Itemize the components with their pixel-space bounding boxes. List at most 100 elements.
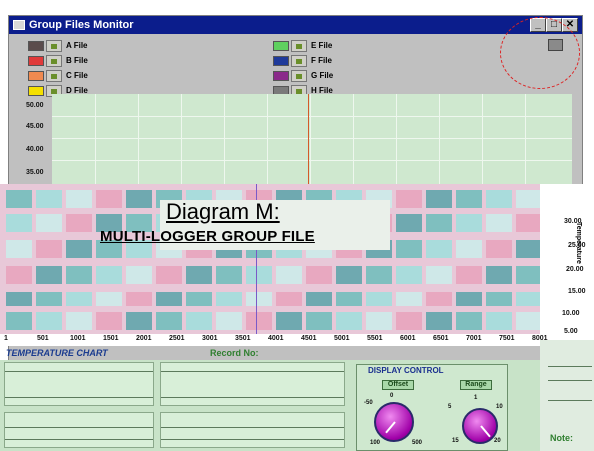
grid-cell — [336, 292, 362, 306]
grid-cell — [36, 266, 62, 284]
y-tick: 15.00 — [568, 288, 586, 295]
grid-cell — [6, 190, 32, 208]
grid-cell — [96, 266, 122, 284]
grid-cell — [456, 312, 482, 330]
app-icon — [13, 20, 25, 30]
grid-cell — [36, 214, 62, 232]
legend-swatch — [28, 41, 44, 51]
x-tick: 7501 — [499, 335, 515, 342]
file-picker-icon[interactable] — [291, 40, 307, 52]
x-tick: 7001 — [466, 335, 482, 342]
x-tick: 6001 — [400, 335, 416, 342]
grid-cell — [66, 190, 92, 208]
grid-cell — [336, 266, 362, 284]
legend-swatch — [273, 71, 289, 81]
grid-cell — [186, 292, 212, 306]
legend-item-f[interactable]: F File — [273, 55, 373, 67]
grid-line — [396, 94, 397, 184]
y-tick: 10.00 — [562, 310, 580, 317]
legend-item-g[interactable]: G File — [273, 70, 373, 82]
legend-item-e[interactable]: E File — [273, 40, 373, 52]
grid-cell — [456, 214, 482, 232]
file-picker-icon[interactable] — [291, 55, 307, 67]
grid-line — [439, 94, 440, 184]
grid-cell — [366, 292, 392, 306]
window-title: Group Files Monitor — [29, 19, 134, 31]
grid-cell — [396, 266, 422, 284]
top-y-axis: 50.00 45.00 40.00 35.00 — [26, 94, 52, 184]
grid-cell — [396, 190, 422, 208]
range-button[interactable]: Range — [460, 380, 492, 390]
x-tick: 4501 — [301, 335, 317, 342]
y-tick: 35.00 — [26, 169, 44, 176]
grid-line — [138, 94, 139, 184]
grid-cell — [396, 240, 422, 258]
grid-cell — [6, 214, 32, 232]
y-tick: 45.00 — [26, 123, 44, 130]
offset-button[interactable]: Offset — [382, 380, 414, 390]
grid-cell — [426, 266, 452, 284]
diagram-subtitle: MULTI-LOGGER GROUP FILE — [100, 228, 315, 245]
grid-cell — [516, 240, 542, 258]
grid-cell — [36, 240, 62, 258]
grid-cell — [66, 214, 92, 232]
x-tick: 1001 — [70, 335, 86, 342]
y-tick: 50.00 — [26, 102, 44, 109]
range-knob[interactable] — [462, 408, 498, 444]
range-tick: 10 — [496, 404, 503, 410]
legend-label: B File — [66, 56, 88, 65]
offset-tick: 500 — [412, 440, 423, 446]
grid-cell — [216, 312, 242, 330]
grid-line — [95, 94, 96, 184]
record-cursor-line[interactable] — [308, 94, 309, 184]
legend-item-a[interactable]: A File — [28, 40, 128, 52]
legend-swatch — [273, 56, 289, 66]
legend-swatch — [273, 41, 289, 51]
grid-cell — [456, 190, 482, 208]
x-tick: 2001 — [136, 335, 152, 342]
grid-cell — [306, 266, 332, 284]
grid-cell — [306, 292, 332, 306]
x-tick: 5501 — [367, 335, 383, 342]
record-number-label: Record No: — [210, 348, 259, 358]
grid-cell — [276, 312, 302, 330]
grid-cell — [156, 292, 182, 306]
annotation-circle — [500, 17, 580, 89]
grid-cell — [186, 312, 212, 330]
note-label: Note: — [550, 433, 573, 443]
legend-label: C File — [66, 71, 88, 80]
offset-knob[interactable] — [374, 402, 414, 442]
grid-line — [52, 116, 572, 117]
grid-cell — [126, 266, 152, 284]
x-tick: 501 — [37, 335, 49, 342]
grid-line — [310, 94, 311, 184]
x-tick: 1501 — [103, 335, 119, 342]
grid-cell — [426, 190, 452, 208]
data-panel-3 — [4, 412, 154, 448]
grid-cell — [36, 312, 62, 330]
grid-cell — [516, 214, 542, 232]
offset-tick: 0 — [390, 393, 394, 399]
file-picker-icon[interactable] — [46, 55, 62, 67]
grid-cell — [36, 190, 62, 208]
grid-cell — [246, 292, 272, 306]
grid-line — [52, 138, 572, 139]
grid-cell — [426, 312, 452, 330]
file-picker-icon[interactable] — [46, 40, 62, 52]
grid-cell — [126, 190, 152, 208]
grid-cell — [486, 190, 512, 208]
x-tick: 5001 — [334, 335, 350, 342]
legend-item-b[interactable]: B File — [28, 55, 128, 67]
grid-cell — [396, 292, 422, 306]
grid-cell — [366, 312, 392, 330]
file-picker-icon[interactable] — [46, 70, 62, 82]
legend-item-c[interactable]: C File — [28, 70, 128, 82]
offset-tick: -50 — [364, 400, 373, 406]
grid-cell — [246, 266, 272, 284]
grid-cell — [66, 240, 92, 258]
data-panel-2 — [160, 362, 345, 406]
file-picker-icon[interactable] — [291, 70, 307, 82]
range-tick: 15 — [452, 438, 459, 444]
grid-line — [353, 94, 354, 184]
title-bar: Group Files Monitor — [9, 16, 582, 34]
